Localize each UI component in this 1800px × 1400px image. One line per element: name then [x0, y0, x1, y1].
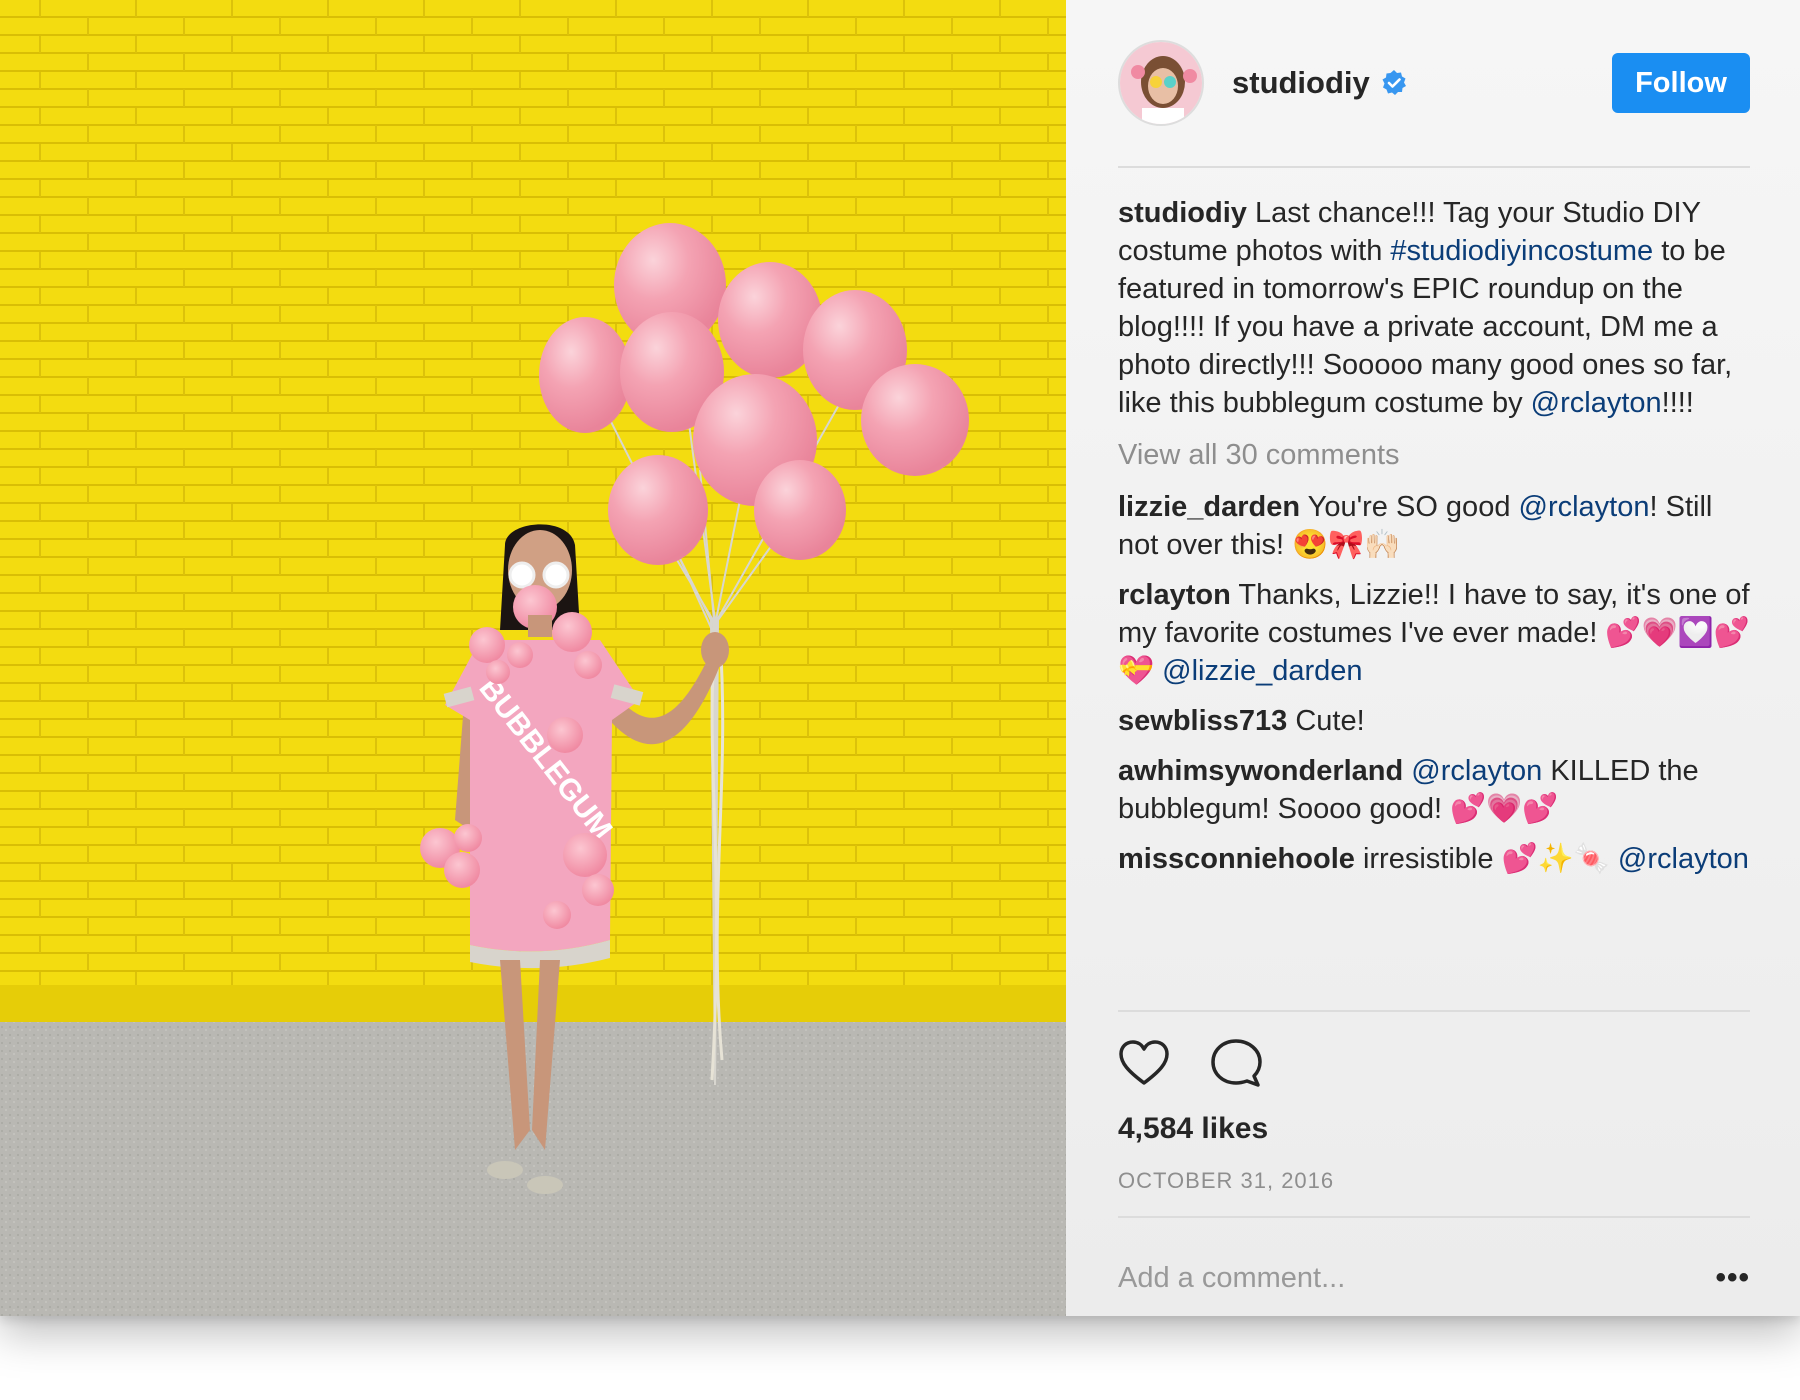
comment-author[interactable]: rclayton: [1118, 579, 1231, 611]
post-caption: studiodiy Last chance!!! Tag your Studio…: [1118, 194, 1750, 422]
comment-mention[interactable]: @rclayton: [1519, 491, 1650, 523]
username[interactable]: studiodiy: [1232, 65, 1370, 101]
post-date: OCTOBER 31, 2016: [1118, 1168, 1750, 1218]
photo-illustration: BUBBLEGUM: [0, 0, 1066, 1316]
comment-bubble-icon[interactable]: [1210, 1038, 1262, 1090]
comment-author[interactable]: awhimsywonderland: [1118, 755, 1403, 787]
caption-text: !!!!: [1661, 387, 1694, 419]
comments-list: studiodiy Last chance!!! Tag your Studio…: [1118, 168, 1750, 1012]
follow-button[interactable]: Follow: [1612, 53, 1750, 113]
comment-mention[interactable]: @rclayton: [1411, 755, 1542, 787]
comment-author[interactable]: missconniehoole: [1118, 843, 1355, 875]
caption-hashtag[interactable]: #studiodiyincostume: [1390, 235, 1653, 267]
add-comment-input[interactable]: [1118, 1261, 1696, 1295]
comment-author[interactable]: sewbliss713: [1118, 705, 1287, 737]
caption-mention[interactable]: @rclayton: [1531, 387, 1662, 419]
verified-badge-icon: [1382, 70, 1406, 95]
post-header: studiodiy Follow: [1118, 0, 1750, 168]
comment-item: missconniehoole irresistible 💕✨🍬 @rclayt…: [1118, 840, 1750, 878]
comment-text: irresistible 💕✨🍬: [1354, 843, 1618, 875]
comment-text: Cute!: [1287, 705, 1365, 737]
avatar-image: [1120, 42, 1202, 124]
comment-item: awhimsywonderland @rclayton KILLED the b…: [1118, 752, 1750, 828]
comment-mention[interactable]: @rclayton: [1618, 843, 1749, 875]
comment-item: sewbliss713 Cute!: [1118, 702, 1750, 740]
comment-text: You're SO good: [1300, 491, 1519, 523]
more-options-button[interactable]: •••: [1715, 1261, 1750, 1295]
post-actions: [1118, 1016, 1750, 1112]
avatar[interactable]: [1118, 40, 1204, 126]
likes-count[interactable]: 4,584 likes: [1118, 1112, 1750, 1146]
comment-item: lizzie_darden You're SO good @rclayton! …: [1118, 488, 1750, 564]
comment-item: rclayton Thanks, Lizzie!! I have to say,…: [1118, 576, 1750, 690]
heart-icon[interactable]: [1118, 1038, 1170, 1090]
comment-author[interactable]: lizzie_darden: [1118, 491, 1300, 523]
caption-author[interactable]: studiodiy: [1118, 197, 1247, 229]
instagram-post-card: BUBBLEGUM studiodiy Follow studiodiy Las…: [0, 0, 1800, 1316]
comment-mention[interactable]: @lizzie_darden: [1162, 655, 1362, 687]
post-side-panel: studiodiy Follow studiodiy Last chance!!…: [1066, 0, 1800, 1316]
add-comment-row: •••: [1118, 1218, 1750, 1338]
post-photo: BUBBLEGUM: [0, 0, 1066, 1316]
view-all-comments-link[interactable]: View all 30 comments: [1118, 436, 1750, 474]
